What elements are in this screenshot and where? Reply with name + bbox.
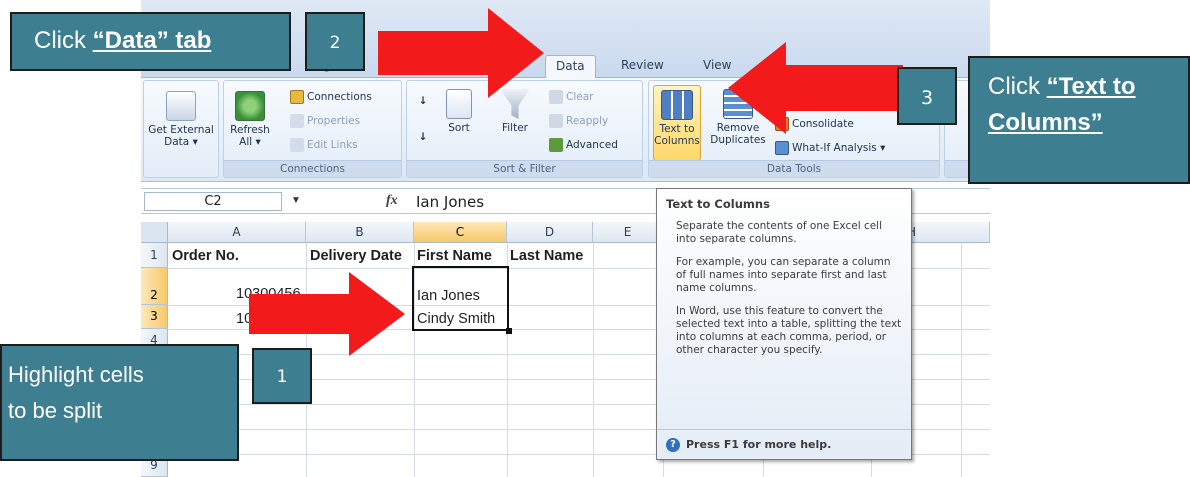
tooltip-paragraph-2: For example, you can separate a column o… (676, 256, 891, 294)
arrow-to-selected-cells-icon (249, 272, 405, 356)
help-icon: ? (666, 438, 680, 452)
step-number-1: 1 (252, 348, 312, 404)
data-tools-group-label: Data Tools (649, 160, 939, 177)
reapply-icon (549, 114, 563, 128)
text-to-columns-button[interactable]: Text to Columns (653, 85, 701, 161)
reapply-label: Reapply (566, 115, 609, 127)
edit-links-icon (290, 138, 304, 152)
advanced-label: Advanced (566, 139, 618, 151)
advanced-button[interactable]: Advanced (549, 138, 618, 152)
text-to-columns-icon (661, 90, 693, 120)
row-header-2[interactable]: 2 (141, 268, 168, 305)
refresh-all-button[interactable]: Refresh All ▾ (228, 91, 272, 148)
text-to-columns-line1: Text to (659, 123, 695, 135)
advanced-icon (549, 138, 563, 152)
name-box[interactable]: C2 (144, 192, 282, 211)
callout-step1-line2: to be split (8, 398, 103, 423)
get-external-data-icon (166, 91, 196, 121)
get-external-data-group: Get External Data ▾ (143, 80, 219, 178)
fill-handle[interactable] (506, 328, 512, 334)
column-header-b[interactable]: B (306, 222, 414, 243)
cell-d1[interactable]: Last Name (510, 248, 583, 264)
sort-desc-icon: ↓ (418, 131, 428, 143)
refresh-icon (235, 91, 265, 121)
callout-highlight-cells: Highlight cells to be split (0, 344, 239, 461)
callout-step2-prefix: Click (34, 27, 93, 54)
what-if-analysis-button[interactable]: What-If Analysis ▾ (775, 141, 885, 155)
column-header-d[interactable]: D (507, 222, 593, 243)
tooltip-paragraph-1: Separate the contents of one Excel cell … (676, 220, 883, 245)
reapply-button[interactable]: Reapply (549, 114, 608, 128)
step-number-2: 2 (305, 12, 365, 71)
text-to-columns-tooltip: Text to Columns Separate the contents of… (656, 188, 912, 460)
tooltip-footer: ? Press F1 for more help. (657, 429, 911, 459)
filter-label: Filter (501, 122, 528, 134)
cell-c1[interactable]: First Name (417, 248, 492, 264)
clear-button[interactable]: Clear (549, 90, 593, 104)
sort-label: Sort (448, 122, 470, 134)
arrow-to-text-to-columns-icon (728, 42, 903, 134)
column-header-c[interactable]: C (414, 222, 507, 243)
select-all-corner[interactable] (141, 222, 168, 243)
tab-review[interactable]: Review (611, 55, 674, 78)
connections-label: Connections (307, 91, 372, 103)
tooltip-paragraph-3: In Word, use this feature to convert the… (676, 305, 902, 356)
row-header-3[interactable]: 3 (141, 305, 168, 329)
formula-input[interactable]: Ian Jones (416, 193, 484, 211)
edit-links-label: Edit Links (307, 139, 358, 151)
what-if-icon (775, 141, 789, 155)
refresh-line2: All ▾ (239, 136, 261, 148)
connections-group: Refresh All ▾ Connections Properties Edi… (223, 80, 402, 178)
insert-function-icon[interactable]: fx (386, 193, 398, 209)
get-external-data-line1: Get External (148, 124, 214, 136)
tab-data[interactable]: Data (545, 55, 596, 78)
callout-click-data-tab: Click “Data” tab (10, 12, 291, 71)
callout-step3-prefix: Click (988, 73, 1047, 100)
callout-click-text-to-columns: Click “Text to Columns” (968, 56, 1190, 184)
row-header-1[interactable]: 1 (141, 243, 168, 268)
cell-b1[interactable]: Delivery Date (310, 248, 402, 264)
step-number-3: 3 (897, 67, 957, 125)
properties-icon (290, 114, 304, 128)
refresh-line1: Refresh (230, 124, 270, 136)
sort-filter-group-label: Sort & Filter (407, 160, 642, 177)
clear-label: Clear (566, 91, 594, 103)
name-box-dropdown-icon[interactable]: ▼ (291, 195, 301, 206)
tooltip-title: Text to Columns (666, 197, 770, 211)
properties-label: Properties (307, 115, 361, 127)
clear-icon (549, 90, 563, 104)
selection-outline (412, 266, 509, 331)
sort-descending-button[interactable]: ↓ (415, 131, 431, 143)
connections-button[interactable]: Connections (290, 90, 372, 104)
get-external-data-button[interactable]: Get External Data ▾ (147, 91, 215, 148)
callout-step1-line1: Highlight cells (8, 362, 144, 387)
callout-step2-bold: “Data” tab (92, 27, 212, 54)
properties-button[interactable]: Properties (290, 114, 360, 128)
remove-duplicates-line2: Duplicates (710, 134, 766, 146)
get-external-data-line2: Data ▾ (164, 136, 198, 148)
connections-icon (290, 90, 304, 104)
column-header-a[interactable]: A (168, 222, 306, 243)
arrow-to-data-tab-icon (378, 8, 544, 98)
what-if-label: What-If Analysis ▾ (792, 142, 886, 154)
tooltip-footer-text: Press F1 for more help. (686, 438, 832, 451)
cell-a1[interactable]: Order No. (172, 248, 239, 264)
connections-group-label: Connections (224, 160, 401, 177)
text-to-columns-line2: Columns (654, 135, 700, 147)
column-header-e[interactable]: E (593, 222, 663, 243)
edit-links-button[interactable]: Edit Links (290, 138, 358, 152)
